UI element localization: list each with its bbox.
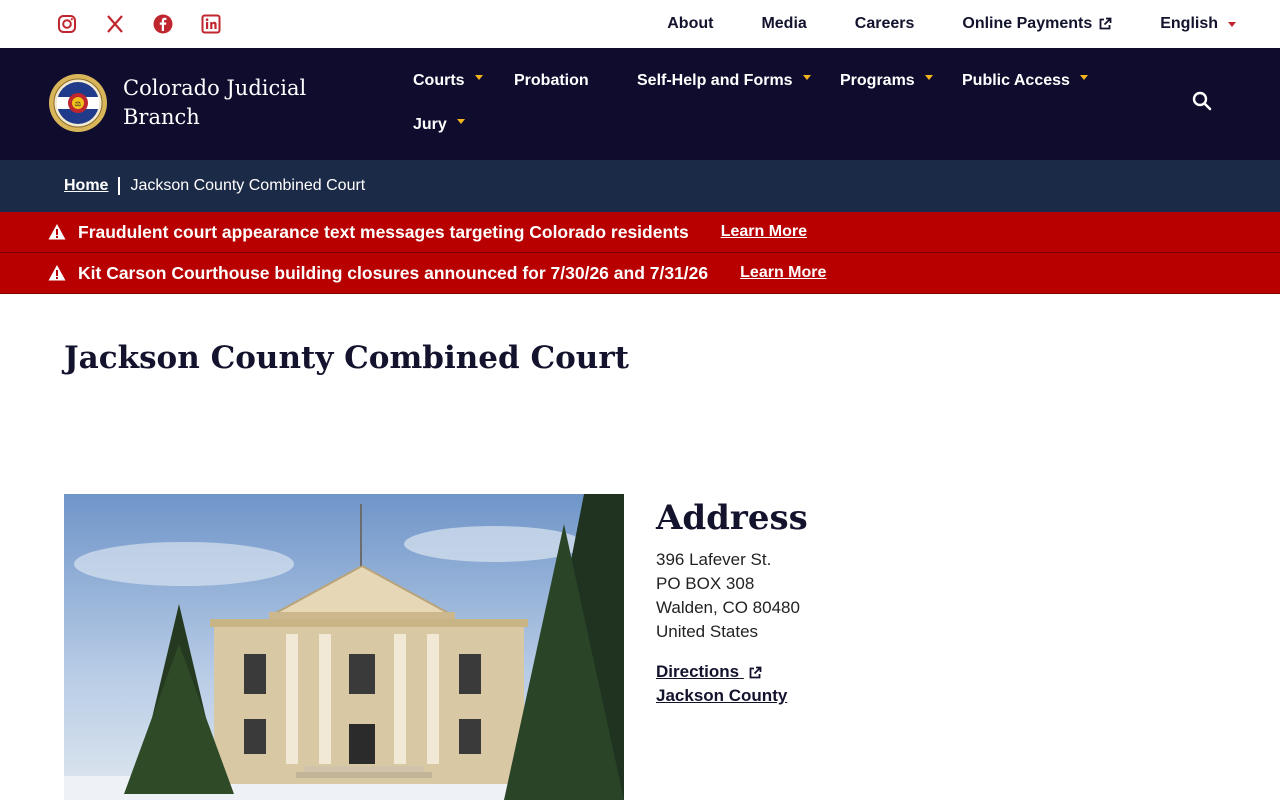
nav-item-jury[interactable]: Jury <box>413 114 493 136</box>
breadcrumb-home-link[interactable]: Home <box>64 177 108 195</box>
address-country: United States <box>656 622 759 641</box>
site-name-line1: Colorado Judicial <box>123 76 307 100</box>
page-title: Jackson County Combined Court <box>64 340 629 376</box>
alert-message: Fraudulent court appearance text message… <box>78 221 689 242</box>
address-section: Address 396 Lafever St. PO BOX 308 Walde… <box>656 498 808 708</box>
chevron-down-icon <box>474 74 483 80</box>
site-name: Colorado Judicial Branch <box>123 74 323 132</box>
chevron-down-icon <box>456 118 465 124</box>
nav-item-self-help-label: Self-Help and Forms <box>637 72 793 89</box>
nav-item-courts[interactable]: Courts <box>413 70 514 92</box>
nav-item-probation[interactable]: Probation <box>514 70 637 92</box>
nav-item-self-help[interactable]: Self-Help and Forms <box>637 70 840 92</box>
chevron-down-icon <box>924 74 933 80</box>
breadcrumb: Home Jackson County Combined Court <box>0 160 1280 212</box>
warning-icon <box>48 224 66 240</box>
alert-message: Kit Carson Courthouse building closures … <box>78 262 709 283</box>
language-selector[interactable]: English <box>1160 15 1236 33</box>
external-link-icon <box>1099 17 1112 30</box>
x-icon[interactable] <box>104 13 126 35</box>
directions-link[interactable]: Directions <box>656 660 808 684</box>
nav-item-public-access[interactable]: Public Access <box>962 70 1102 92</box>
alert-learn-more-link[interactable]: Learn More <box>740 264 826 282</box>
nav-item-public-access-label: Public Access <box>962 72 1070 89</box>
address-links: Directions Jackson County <box>656 660 808 708</box>
facebook-icon[interactable] <box>152 13 174 35</box>
alert-banner: Fraudulent court appearance text message… <box>0 212 1280 253</box>
about-link[interactable]: About <box>667 15 713 33</box>
colorado-courts-seal-icon: ⚖ <box>49 74 107 132</box>
search-icon <box>1192 91 1212 111</box>
chevron-down-icon <box>1228 21 1236 27</box>
external-link-icon <box>749 666 762 678</box>
instagram-icon[interactable] <box>56 13 78 35</box>
alert-learn-more-link[interactable]: Learn More <box>721 223 807 241</box>
chevron-down-icon <box>802 74 811 80</box>
breadcrumb-separator <box>118 177 121 195</box>
address-city-state-zip: Walden, CO 80480 <box>656 598 800 617</box>
careers-link[interactable]: Careers <box>855 15 915 33</box>
main-header: ⚖ Colorado Judicial Branch Courts Probat… <box>0 48 1280 160</box>
address-po-box: PO BOX 308 <box>656 574 755 593</box>
linkedin-icon[interactable] <box>200 13 222 35</box>
address-street: 396 Lafever St. <box>656 550 772 569</box>
address-heading: Address <box>656 498 808 538</box>
social-links <box>56 13 222 35</box>
nav-item-programs-label: Programs <box>840 72 915 89</box>
primary-nav: Courts Probation Self-Help and Forms Pro… <box>413 70 1133 136</box>
breadcrumb-current: Jackson County Combined Court <box>130 177 366 194</box>
county-link[interactable]: Jackson County <box>656 684 808 708</box>
nav-item-programs[interactable]: Programs <box>840 70 962 92</box>
utility-bar: About Media Careers Online Payments Engl… <box>0 0 1280 48</box>
courthouse-photo <box>64 494 624 800</box>
site-logo-link[interactable]: ⚖ Colorado Judicial Branch <box>49 74 323 132</box>
nav-item-courts-label: Courts <box>413 72 465 89</box>
nav-item-jury-label: Jury <box>413 116 447 133</box>
svg-text:⚖: ⚖ <box>75 100 81 108</box>
media-link[interactable]: Media <box>761 15 806 33</box>
online-payments-link[interactable]: Online Payments <box>962 15 1112 33</box>
site-name-line2: Branch <box>123 105 200 129</box>
nav-item-probation-label: Probation <box>514 72 589 89</box>
utility-links: About Media Careers Online Payments Engl… <box>667 15 1236 33</box>
language-label: English <box>1160 15 1218 32</box>
alert-banner: Kit Carson Courthouse building closures … <box>0 253 1280 294</box>
warning-icon <box>48 265 66 281</box>
directions-label: Directions <box>656 662 740 681</box>
online-payments-label: Online Payments <box>962 15 1093 32</box>
chevron-down-icon <box>1079 74 1088 80</box>
